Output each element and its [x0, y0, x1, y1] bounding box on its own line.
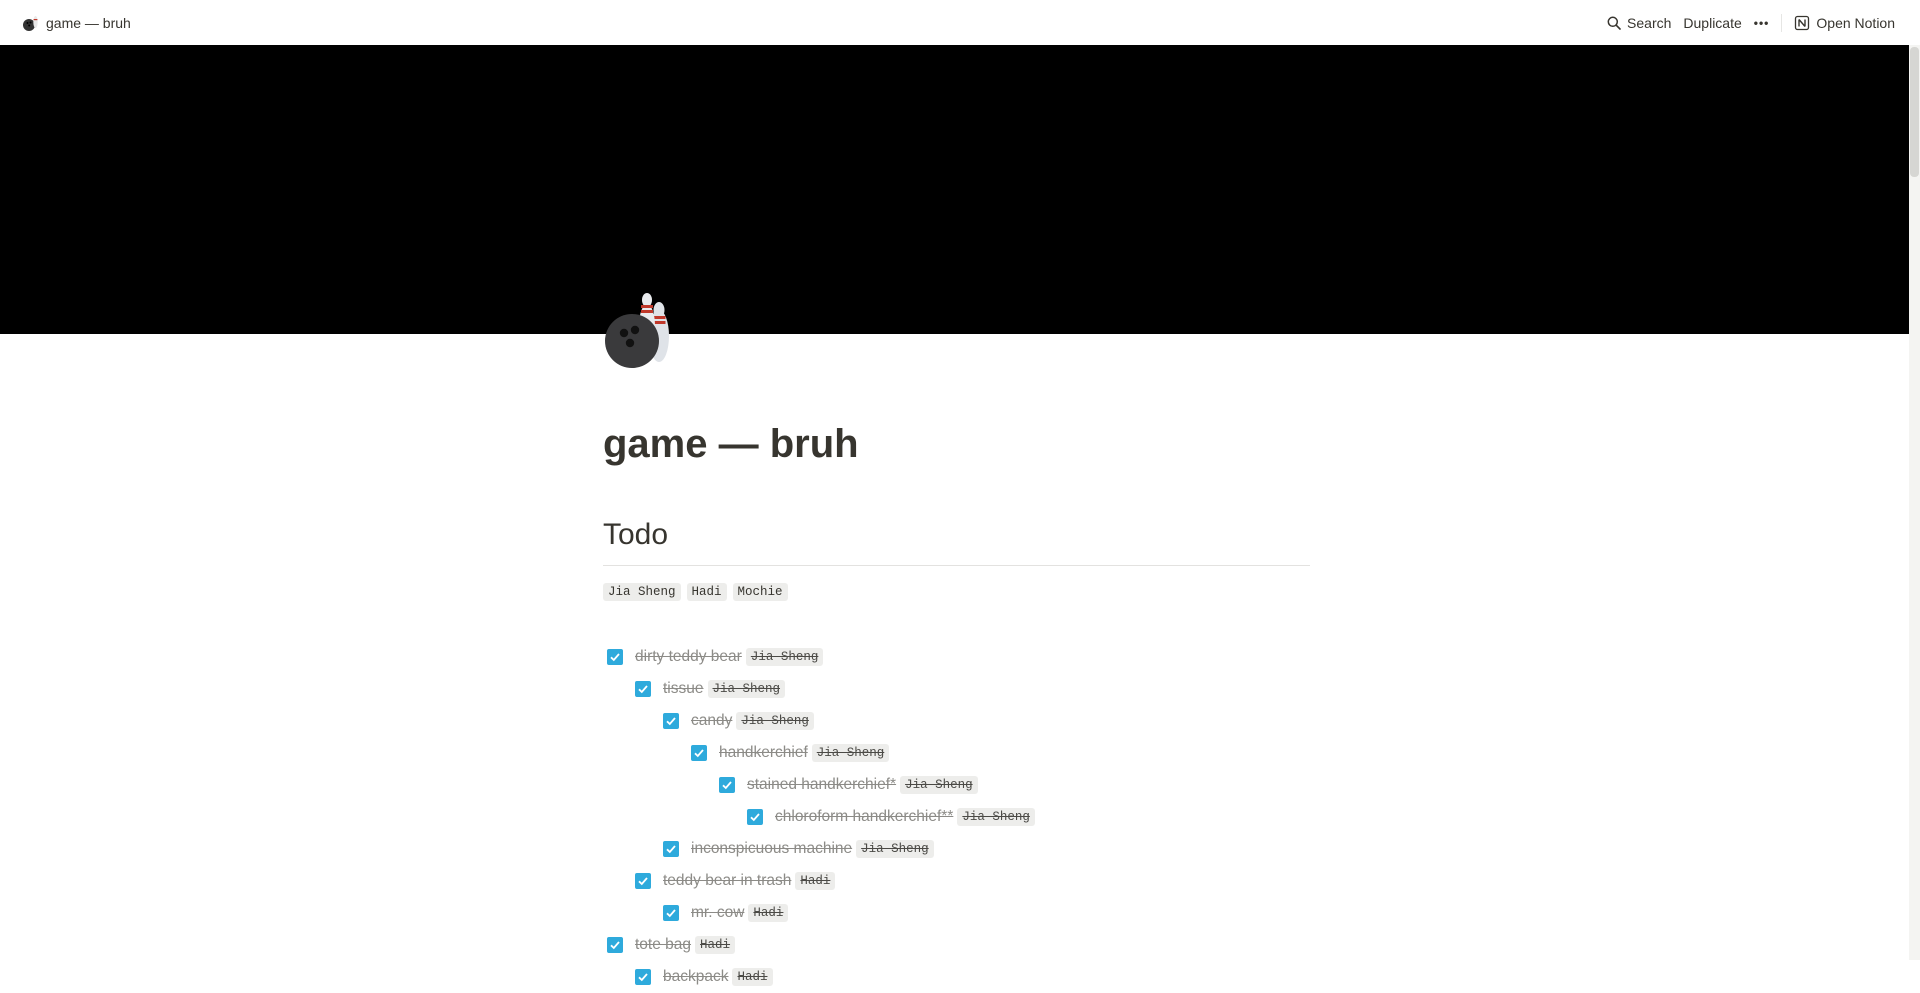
check-icon: [666, 717, 676, 726]
page-cover: [0, 45, 1909, 334]
todo-item: stained handkerchief* Jia Sheng: [603, 769, 1310, 801]
assignee-chip: Hadi: [695, 936, 736, 954]
todo-text[interactable]: inconspicuous machine: [691, 840, 852, 858]
todo-item: teddy bear in trash Hadi: [603, 865, 1310, 897]
breadcrumb-title: game — bruh: [46, 14, 131, 31]
duplicate-label: Duplicate: [1683, 14, 1742, 31]
todo-text[interactable]: dirty teddy bear: [635, 648, 742, 666]
bowling-icon: [23, 15, 38, 31]
todo-item: chloroform handkerchief** Jia Sheng: [603, 801, 1310, 833]
top-actions: Search Duplicate ••• Open Notion: [1601, 0, 1901, 45]
tag-list: Jia Sheng Hadi Mochie: [603, 580, 1310, 604]
duplicate-button[interactable]: Duplicate: [1677, 9, 1747, 37]
tag-mochie: Mochie: [732, 583, 788, 601]
assignee-chip: Jia Sheng: [745, 648, 824, 666]
divider: [603, 565, 1310, 566]
open-notion-label: Open Notion: [1816, 14, 1895, 31]
todo-text[interactable]: teddy bear in trash: [663, 872, 791, 890]
checkbox-checked[interactable]: [607, 649, 623, 665]
check-icon: [638, 973, 648, 982]
assignee-chip: Jia Sheng: [736, 712, 814, 730]
todo-text[interactable]: tissue: [663, 680, 704, 698]
todo-text[interactable]: handkerchief: [719, 744, 808, 762]
search-button[interactable]: Search: [1601, 9, 1677, 37]
assignee-chip: Jia Sheng: [811, 744, 890, 762]
search-label: Search: [1627, 14, 1672, 31]
check-icon: [722, 781, 732, 790]
check-icon: [750, 813, 760, 822]
tag-jia-sheng: Jia Sheng: [603, 583, 681, 601]
checkbox-checked[interactable]: [663, 905, 679, 921]
todo-item: candy Jia Sheng: [603, 705, 1310, 737]
heading-todo[interactable]: Todo: [603, 512, 1310, 558]
breadcrumb[interactable]: game — bruh: [18, 10, 135, 36]
assignee-chip: Jia Sheng: [707, 680, 786, 698]
checkbox-checked[interactable]: [663, 713, 679, 729]
assignee-chip: Hadi: [795, 872, 836, 890]
assignee-chip: Hadi: [732, 968, 773, 986]
todo-item: handkerchief Jia Sheng: [603, 737, 1310, 769]
todo-item: tissue Jia Sheng: [603, 673, 1310, 705]
todo-item: dirty teddy bear Jia Sheng: [603, 641, 1310, 673]
checkbox-checked[interactable]: [635, 681, 651, 697]
check-icon: [638, 685, 648, 694]
check-icon: [694, 749, 704, 758]
assignee-chip: Hadi: [748, 904, 789, 922]
open-notion-button[interactable]: Open Notion: [1788, 9, 1901, 37]
notion-logo-icon: [1795, 15, 1810, 30]
topbar-separator: [1781, 13, 1783, 32]
todo-item: mr. cow Hadi: [603, 897, 1310, 929]
todo-text[interactable]: candy: [691, 712, 732, 730]
assignee-chip: Jia Sheng: [957, 808, 1035, 826]
todo-text[interactable]: backpack: [663, 968, 728, 986]
todo-item: tote bag Hadi: [603, 929, 1310, 961]
page-title[interactable]: game — bruh: [603, 416, 1310, 472]
check-icon: [610, 941, 620, 950]
checkbox-checked[interactable]: [719, 777, 735, 793]
todo-item: backpack Hadi: [603, 961, 1310, 993]
more-icon: •••: [1753, 15, 1770, 30]
more-options-button[interactable]: •••: [1748, 9, 1776, 37]
todo-text[interactable]: mr. cow: [691, 904, 744, 922]
todo-item: inconspicuous machine Jia Sheng: [603, 833, 1310, 865]
checkbox-checked[interactable]: [635, 969, 651, 985]
checkbox-checked[interactable]: [635, 873, 651, 889]
todo-text[interactable]: tote bag: [635, 936, 691, 954]
scrollbar-thumb[interactable]: [1910, 47, 1919, 177]
todo-text[interactable]: stained handkerchief*: [747, 776, 896, 794]
todo-text[interactable]: chloroform handkerchief**: [775, 808, 953, 826]
check-icon: [610, 653, 620, 662]
bowling-icon[interactable]: [602, 288, 684, 370]
check-icon: [638, 877, 648, 886]
todo-list: dirty teddy bear Jia Sheng tissue Jia Sh…: [603, 641, 1310, 993]
topbar: game — bruh Search Duplicate ••• Open No…: [0, 0, 1909, 45]
search-icon: [1607, 16, 1621, 30]
checkbox-checked[interactable]: [691, 745, 707, 761]
checkbox-checked[interactable]: [747, 809, 763, 825]
scrollbar-track[interactable]: [1909, 45, 1920, 960]
check-icon: [666, 845, 676, 854]
page-content: game — bruh Todo Jia Sheng Hadi Mochie d…: [603, 400, 1310, 993]
assignee-chip: Jia Sheng: [856, 840, 934, 858]
checkbox-checked[interactable]: [607, 937, 623, 953]
assignee-chip: Jia Sheng: [900, 776, 978, 794]
tag-hadi: Hadi: [686, 583, 727, 601]
check-icon: [666, 909, 676, 918]
checkbox-checked[interactable]: [663, 841, 679, 857]
